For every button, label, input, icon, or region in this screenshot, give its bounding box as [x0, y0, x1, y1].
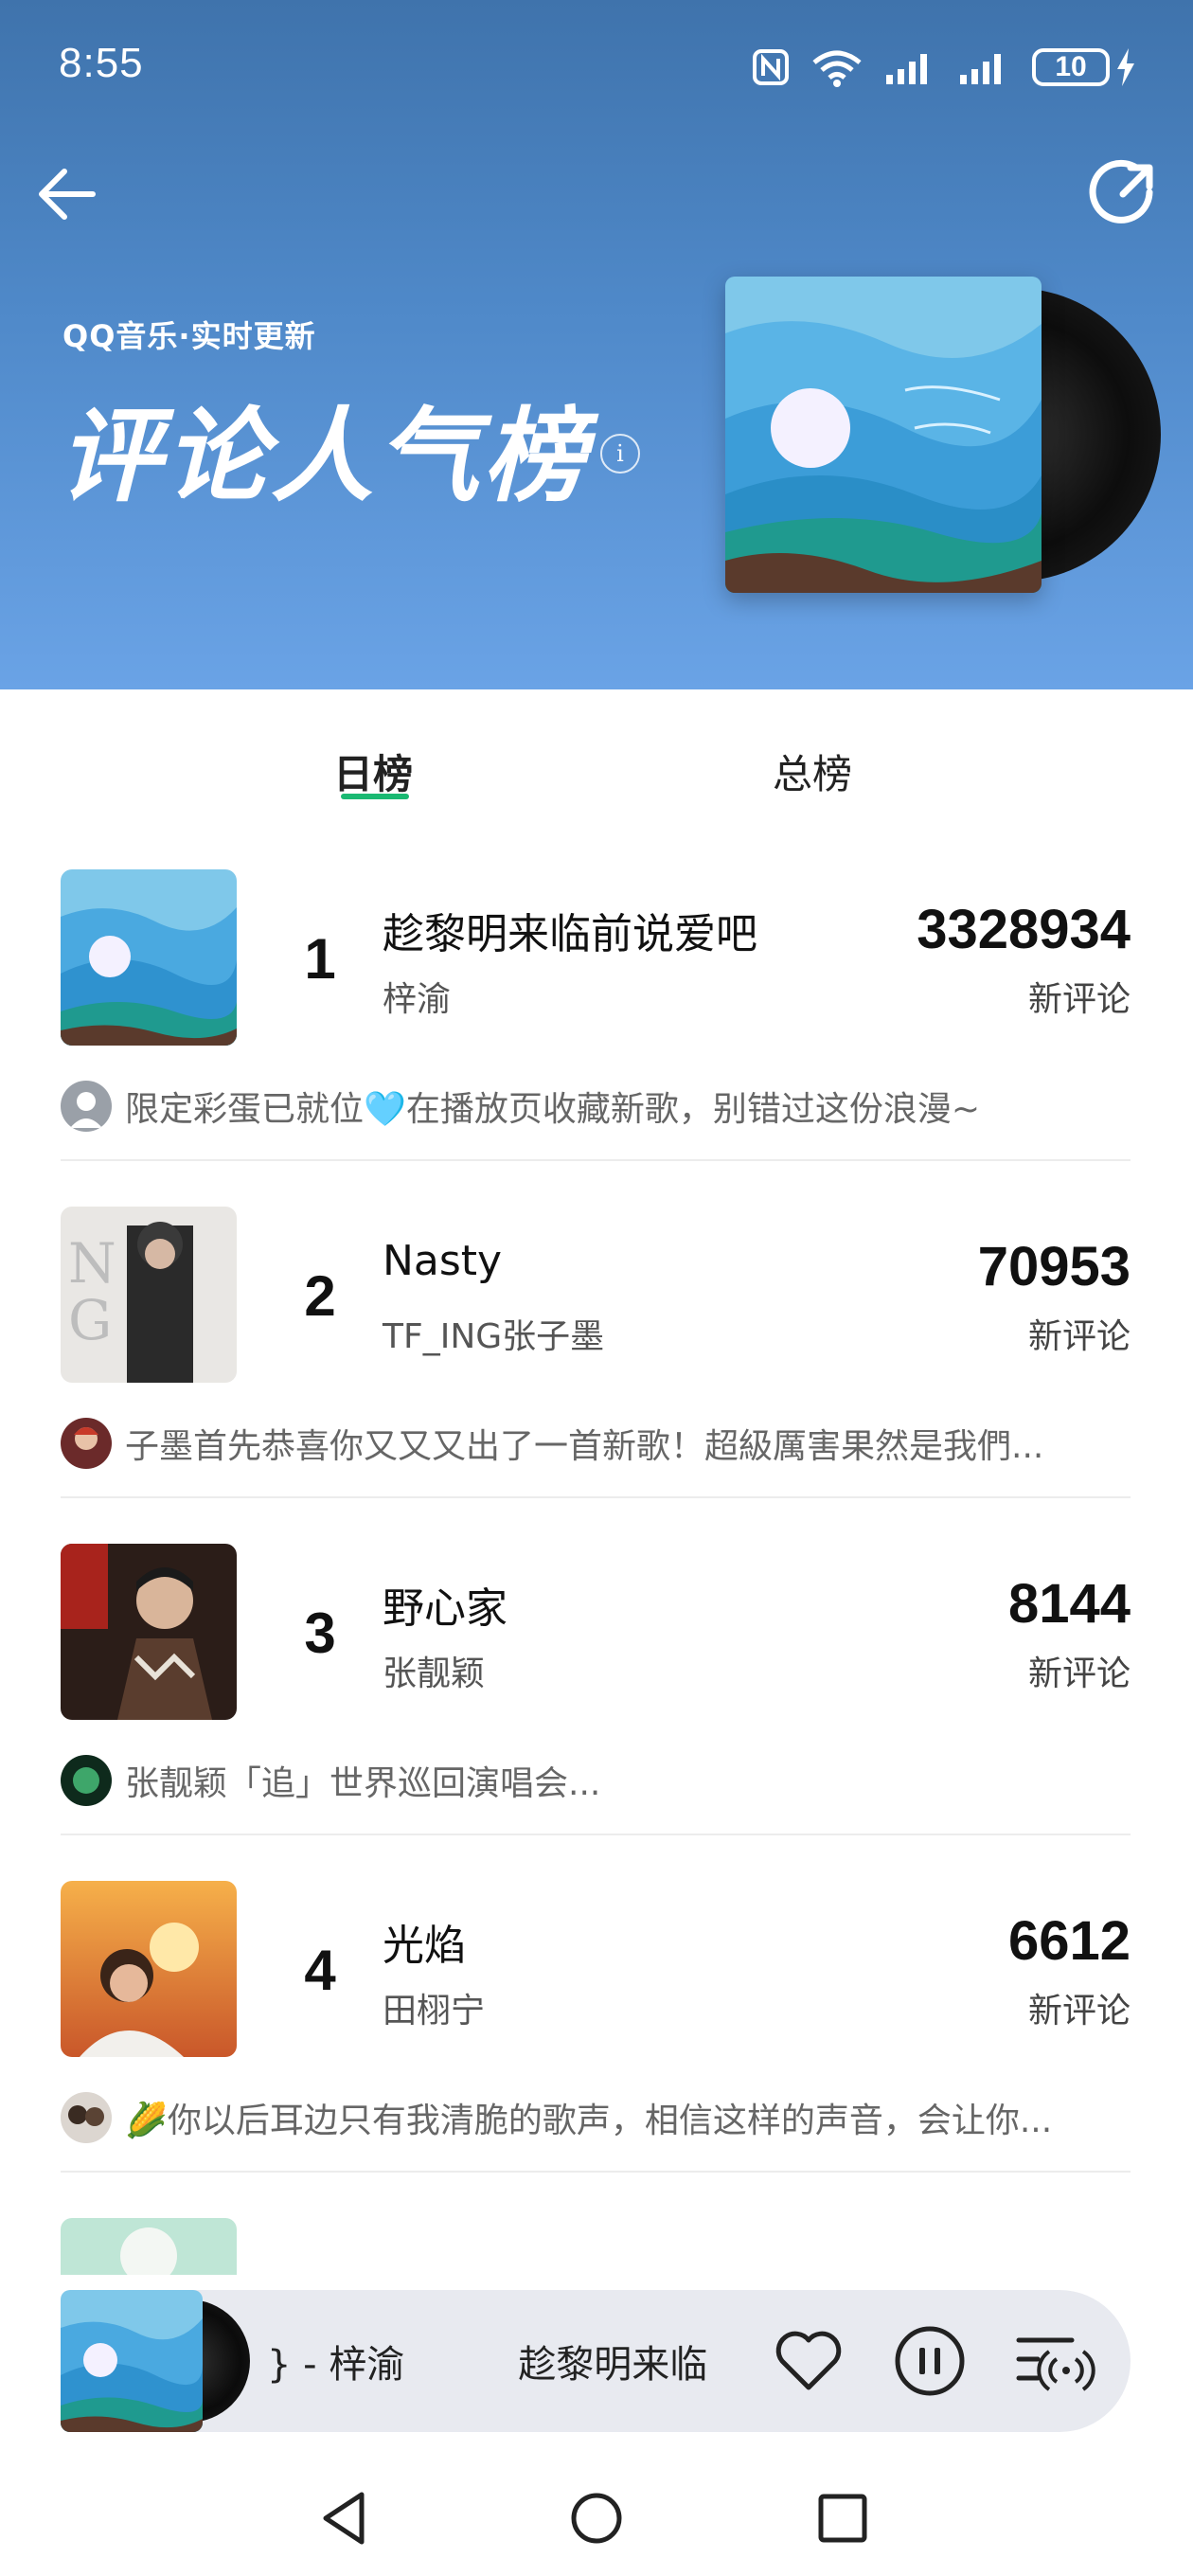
nav-recents-icon[interactable]	[810, 2485, 876, 2551]
rank-number: 4	[304, 1939, 336, 2002]
comment-text: 🌽你以后耳边只有我清脆的歌声，相信这样的声音，会让你...	[125, 2102, 1053, 2140]
comment-count: 70953	[977, 1236, 1131, 1297]
signal-icon-2	[960, 54, 1001, 84]
divider	[61, 1159, 1131, 1161]
song-artist: 田栩宁	[383, 1992, 486, 2030]
nfc-icon	[753, 49, 789, 85]
comment-count-label: 新评论	[1027, 1992, 1131, 2030]
list-item[interactable]: N G 2 Nasty TF_ING张子墨 70953 新评论 子墨首先恭喜你又…	[61, 1207, 1131, 1544]
brand-line: QQ音乐·实时更新	[62, 318, 316, 354]
mini-player[interactable]: } - 梓渝 趁黎明来临	[61, 2290, 1131, 2432]
now-playing-artist: } - 梓渝	[267, 2343, 405, 2387]
top-comment[interactable]: 🌽你以后耳边只有我清脆的歌声，相信这样的声音，会让你...	[61, 2091, 1131, 2144]
playlist-icon[interactable]	[1013, 2323, 1098, 2399]
list-item[interactable]: 4 光焰 田栩宁 6612 新评论 🌽你以后耳边只有我清脆的歌声，相信这样的声音…	[61, 1881, 1131, 2218]
status-icons: 10	[752, 45, 1136, 89]
avatar	[61, 2092, 112, 2143]
player-album-cover[interactable]	[61, 2290, 203, 2432]
divider	[61, 1496, 1131, 1498]
song-title: Nasty	[383, 1237, 503, 1285]
song-artist: TF_ING张子墨	[383, 1317, 605, 1356]
hero-album[interactable]	[725, 277, 1161, 599]
chart-tabs: 日榜 总榜	[0, 689, 1193, 813]
tab-overall[interactable]: 总榜	[773, 742, 852, 800]
svg-text:N: N	[68, 1231, 116, 1296]
avatar	[61, 1418, 112, 1469]
svg-text:G: G	[68, 1288, 112, 1352]
list-item[interactable]: 1 趁黎明来临前说爱吧 梓渝 3328934 新评论 限定彩蛋已就位🩵在播放页收…	[61, 869, 1131, 1207]
status-time: 8:55	[59, 40, 144, 86]
comment-text: 张靓颖「追」世界巡回演唱会...	[125, 1764, 601, 1803]
nav-back-icon[interactable]	[312, 2485, 379, 2551]
now-playing-text: } - 梓渝 趁黎明来临	[267, 2290, 807, 2432]
comment-count-label: 新评论	[1027, 1317, 1131, 1356]
top-comment[interactable]: 张靓颖「追」世界巡回演唱会...	[61, 1754, 1131, 1807]
list-item[interactable]: 3 野心家 张靓颖 8144 新评论 张靓颖「追」世界巡回演唱会...	[61, 1544, 1131, 1881]
album-cover: N G	[61, 1207, 237, 1383]
tab-daily[interactable]: 日榜	[333, 742, 413, 800]
top-comment[interactable]: 子墨首先恭喜你又又又出了一首新歌！超級厲害果然是我們...	[61, 1417, 1131, 1470]
album-cover	[61, 869, 237, 1046]
now-playing-title: 趁黎明来临	[518, 2343, 708, 2387]
comment-text: 限定彩蛋已就位🩵在播放页收藏新歌，别错过这份浪漫~	[125, 1090, 980, 1129]
info-icon[interactable]: i	[600, 434, 640, 474]
top-comment[interactable]: 限定彩蛋已就位🩵在播放页收藏新歌，别错过这份浪漫~	[61, 1080, 1131, 1133]
rank-number: 2	[304, 1264, 336, 1328]
song-artist: 梓渝	[383, 980, 452, 1019]
comment-count-label: 新评论	[1027, 1655, 1131, 1693]
album-cover	[61, 1881, 237, 2057]
comment-text: 子墨首先恭喜你又又又出了一首新歌！超級厲害果然是我們...	[125, 1427, 1044, 1466]
rank-number: 3	[304, 1601, 336, 1665]
divider	[61, 1834, 1131, 1835]
song-title: 野心家	[383, 1584, 507, 1633]
avatar	[61, 1081, 112, 1132]
share-icon[interactable]	[1085, 156, 1161, 232]
hero-album-cover	[725, 277, 1042, 593]
charging-icon	[1117, 48, 1134, 86]
status-bar: 8:55 10	[0, 0, 1193, 133]
signal-icon-1	[886, 54, 927, 84]
comment-count-label: 新评论	[1027, 980, 1131, 1019]
song-artist: 张靓颖	[383, 1655, 486, 1693]
battery-level: 10	[1032, 48, 1110, 86]
back-arrow-icon[interactable]	[32, 161, 108, 227]
comment-count: 8144	[1007, 1573, 1131, 1635]
comment-count: 3328934	[917, 899, 1131, 960]
rank-number: 1	[304, 927, 336, 991]
avatar	[61, 1755, 112, 1806]
album-cover	[61, 1544, 237, 1720]
song-title: 趁黎明来临前说爱吧	[383, 910, 757, 958]
nav-home-icon[interactable]	[563, 2485, 630, 2551]
song-title: 光焰	[383, 1922, 466, 1970]
heart-icon[interactable]	[771, 2323, 846, 2399]
pause-icon[interactable]	[892, 2323, 968, 2399]
system-navbar	[0, 2462, 1193, 2576]
tab-active-indicator	[341, 794, 409, 799]
battery-indicator: 10	[1032, 48, 1136, 86]
wifi-icon	[812, 50, 862, 87]
album-cover	[61, 2218, 237, 2275]
comment-count: 6612	[1007, 1910, 1131, 1972]
divider	[61, 2171, 1131, 2173]
list-item[interactable]	[61, 2218, 1131, 2275]
chart-header: 8:55 10 QQ音乐·实时更新 评论人气榜 i	[0, 0, 1193, 689]
page-title: 评论人气榜	[59, 398, 590, 516]
